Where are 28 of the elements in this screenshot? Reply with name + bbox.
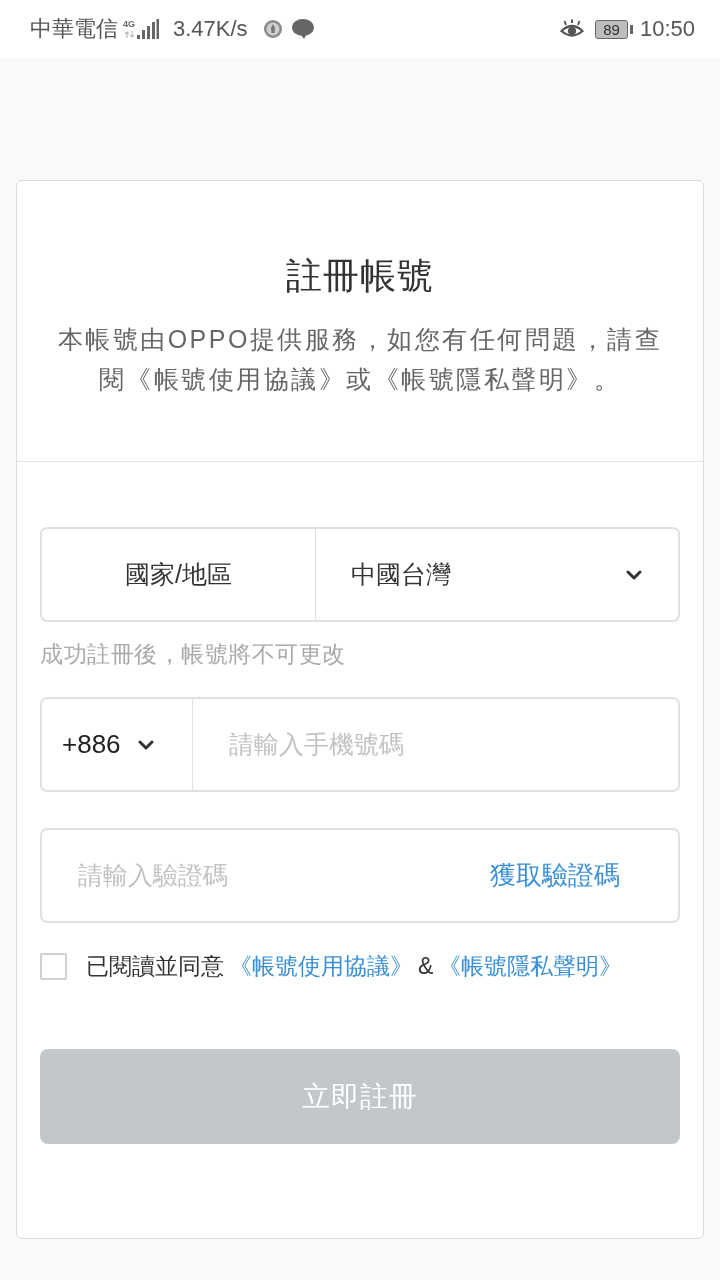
network-speed: 3.47K/s (173, 16, 248, 42)
agreement-text: 已閱讀並同意 (86, 952, 224, 981)
network-type: 4G (123, 20, 135, 29)
clock-time: 10:50 (639, 16, 695, 42)
region-hint: 成功註冊後，帳號將不可更改 (40, 640, 347, 668)
signal-icon (137, 19, 159, 39)
data-arrows-icon (124, 31, 134, 38)
phone-field[interactable]: +886 請輸入手機號碼 (40, 697, 680, 792)
page-title: 註冊帳號 (286, 254, 434, 298)
carrier-name: 中華電信 (30, 15, 118, 43)
speech-bubble-icon (291, 19, 314, 39)
region-dropdown[interactable]: 中國台灣 (316, 529, 678, 620)
get-code-button[interactable]: 獲取驗證碼 (470, 830, 678, 921)
agreement-text: & (418, 953, 434, 980)
agreement-link[interactable]: 《帳號使用協議》 (229, 951, 413, 982)
eye-icon (560, 19, 585, 39)
agreement-checkbox[interactable] (40, 953, 67, 980)
region-label: 國家/地區 (42, 529, 316, 620)
battery-indicator: 89 (595, 19, 633, 39)
chevron-down-icon (137, 739, 154, 750)
verification-code-input[interactable]: 請輸入驗證碼 (42, 830, 470, 921)
phone-number-input[interactable]: 請輸入手機號碼 (193, 699, 678, 790)
verification-code-field[interactable]: 請輸入驗證碼 獲取驗證碼 (40, 828, 680, 923)
round-emblem-icon (263, 20, 282, 38)
country-code-dropdown[interactable]: +886 (42, 699, 193, 790)
agreement-link[interactable]: 《帳號隱私聲明》 (438, 951, 623, 982)
chevron-down-icon (626, 569, 642, 580)
service-description: 本帳號由OPPO提供服務，如您有任何問題，請查閱《帳號使用協議》或《帳號隱私聲明》。 (56, 324, 664, 395)
